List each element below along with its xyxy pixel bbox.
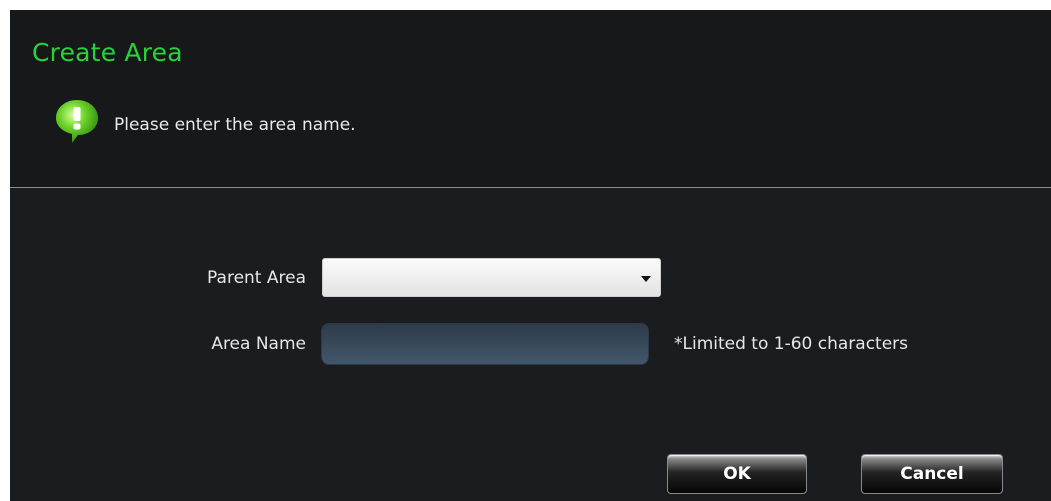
cancel-button[interactable]: Cancel [861, 454, 1003, 494]
ok-button[interactable]: OK [667, 454, 807, 494]
info-bubble-icon [56, 100, 98, 143]
area-name-label: Area Name [211, 334, 306, 354]
chevron-down-icon[interactable] [641, 276, 651, 282]
dialog-header: Create Area Please enter the area name. [10, 10, 1051, 188]
create-area-dialog: Create Area Please enter the area name. … [10, 10, 1051, 501]
dialog-hint-text: Please enter the area name. [114, 115, 356, 135]
area-name-input[interactable] [321, 323, 649, 365]
area-name-limit-hint: *Limited to 1-60 characters [674, 334, 909, 354]
parent-area-label: Parent Area [207, 268, 306, 288]
parent-area-select[interactable] [322, 258, 661, 297]
header-divider [10, 187, 1051, 188]
dialog-title: Create Area [32, 38, 183, 67]
